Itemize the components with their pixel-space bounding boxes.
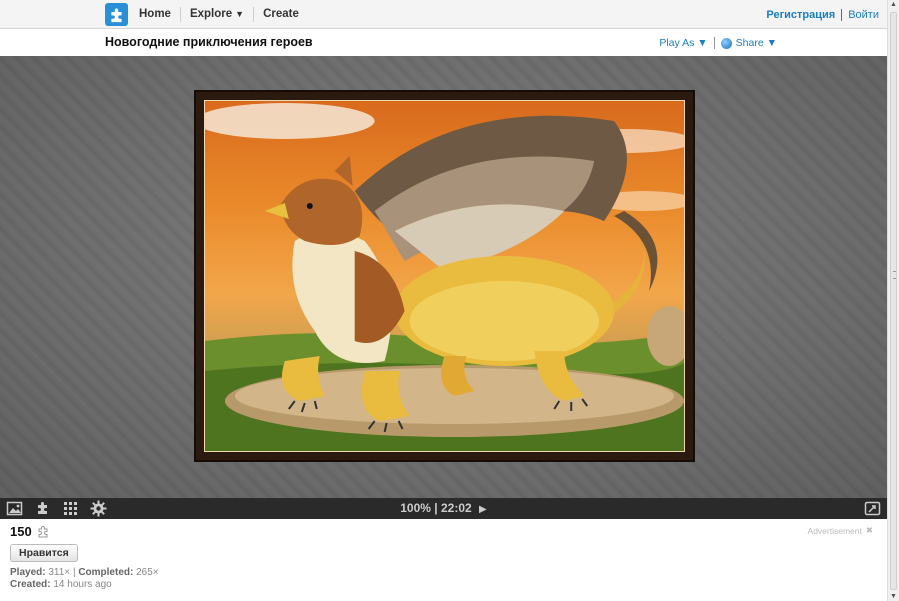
- play-icon[interactable]: ▶: [479, 504, 487, 515]
- nav-create[interactable]: Create: [254, 7, 308, 22]
- played-value: 311×: [48, 567, 71, 578]
- stats-line-1: Played: 311× | Completed: 265×: [10, 567, 159, 579]
- nav-explore-label: Explore: [189, 8, 233, 20]
- nav-home[interactable]: Home: [130, 7, 181, 22]
- puzzle-board[interactable]: [194, 90, 695, 462]
- timer: 22:02: [441, 501, 472, 515]
- piece-count: 150: [10, 524, 50, 539]
- share-dropdown[interactable]: Share ▼: [715, 37, 777, 49]
- share-label: Share ▼: [735, 37, 777, 49]
- completed-label: Completed:: [78, 567, 134, 578]
- nav-explore[interactable]: Explore ▼: [181, 7, 255, 22]
- piece-count-value: 150: [10, 524, 32, 539]
- scroll-up-arrow-icon[interactable]: ▲: [890, 1, 897, 8]
- puzzle-piece-small-icon: [38, 525, 48, 537]
- puzzle-info: 150 Нравится Played: 311× | Completed: 2…: [0, 519, 887, 601]
- griffin-illustration: [205, 103, 684, 451]
- advertisement-label: Advertisement ✖: [808, 525, 873, 536]
- puzzle-status: 100% | 22:02 ▶: [0, 501, 887, 515]
- puzzle-title-bar: Новогодние приключения героев Play As ▼ …: [0, 30, 887, 56]
- played-label: Played:: [10, 567, 46, 578]
- puzzle-piece-icon[interactable]: [105, 3, 128, 26]
- created-label: Created:: [10, 579, 51, 590]
- scrollbar-grip: [893, 271, 896, 279]
- scroll-down-arrow-icon[interactable]: ▼: [890, 593, 897, 600]
- chevron-down-icon: ▼: [235, 9, 245, 19]
- title-actions: Play As ▼ Share ▼: [659, 37, 777, 49]
- register-link[interactable]: Регистрация: [766, 8, 843, 21]
- puzzle-stage[interactable]: [0, 56, 887, 498]
- page-title: Новогодние приключения героев: [105, 35, 313, 49]
- created-value: 14 hours ago: [53, 579, 112, 590]
- scrollbar-thumb[interactable]: [890, 12, 897, 590]
- login-link[interactable]: Войти: [842, 9, 879, 21]
- like-button[interactable]: Нравится: [10, 544, 78, 562]
- advertisement-text: Advertisement: [807, 525, 862, 536]
- play-as-dropdown[interactable]: Play As ▼: [659, 37, 715, 49]
- fullscreen-icon[interactable]: [864, 500, 881, 517]
- globe-icon: [720, 37, 732, 49]
- close-icon[interactable]: ✖: [866, 525, 873, 536]
- puzzle-toolbar: 100% | 22:02 ▶: [0, 498, 887, 519]
- progress-percent: 100%: [400, 501, 431, 515]
- auth-links: Регистрация Войти: [766, 0, 879, 29]
- puzzle-image: [204, 100, 685, 452]
- stats-line-2: Created: 14 hours ago: [10, 579, 159, 591]
- main-nav: Home Explore ▼ Create: [130, 0, 308, 29]
- vertical-scrollbar[interactable]: ▲ ▼: [887, 0, 899, 601]
- status-separator: |: [434, 501, 438, 515]
- puzzle-stats: Played: 311× | Completed: 265× Created: …: [10, 567, 159, 591]
- top-navigation-bar: Home Explore ▼ Create Регистрация Войти: [0, 0, 887, 29]
- completed-value: 265×: [136, 567, 159, 578]
